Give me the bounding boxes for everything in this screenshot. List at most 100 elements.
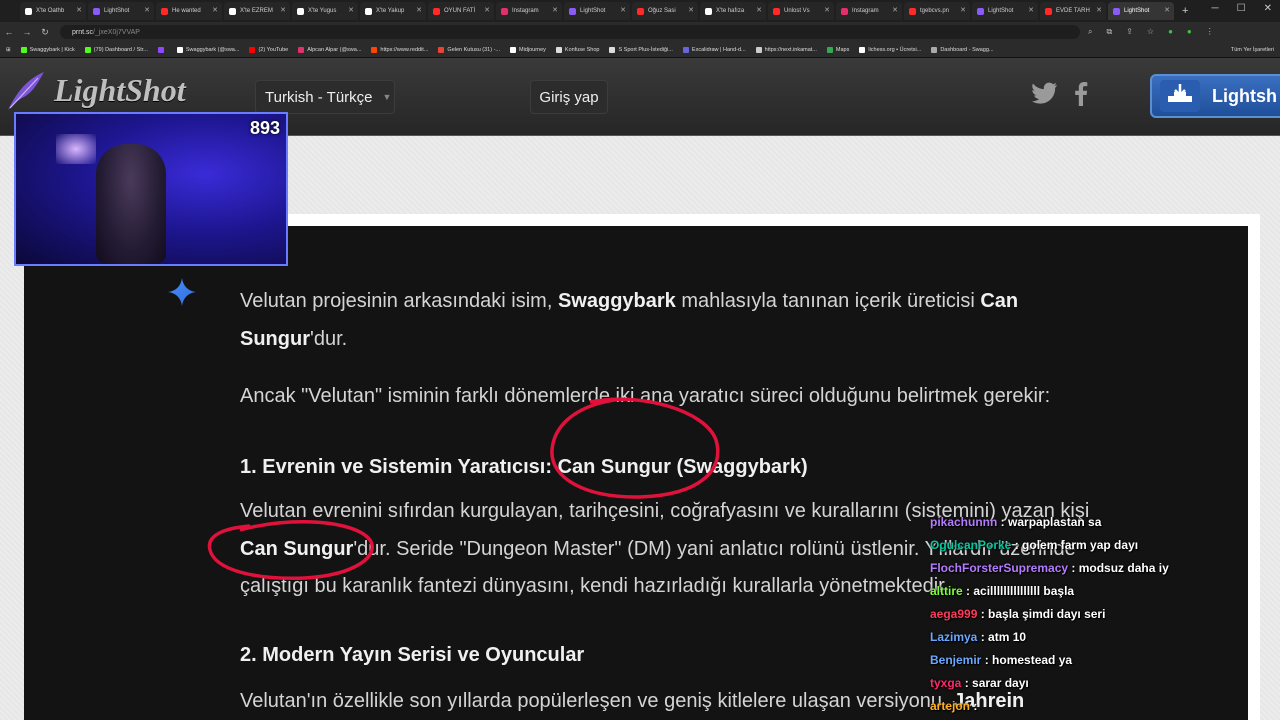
browser-tab[interactable]: Instagram ✕ <box>496 2 562 20</box>
browser-tab[interactable]: OYUN FATİ ✕ <box>428 2 494 20</box>
tab-close-icon[interactable]: ✕ <box>892 6 898 14</box>
browser-tab[interactable]: tgebcvs.pn ✕ <box>904 2 970 20</box>
bookmark-item[interactable]: Dashboard - Swagg... <box>931 46 994 53</box>
bookmark-item[interactable]: (79) Dashboard / Str... <box>84 46 148 53</box>
tab-close-icon[interactable]: ✕ <box>1096 6 1102 14</box>
bookmark-item[interactable]: S Sport Plus-İstediği... <box>609 46 673 53</box>
tab-close-icon[interactable]: ✕ <box>756 6 762 14</box>
new-tab-icon[interactable]: + <box>1176 5 1194 17</box>
bookmark-item[interactable]: Swaggybark | Kick <box>20 46 75 53</box>
browser-tab[interactable]: X'te EZREM ✕ <box>224 2 290 20</box>
share-icon[interactable]: ⇪ <box>1126 27 1133 37</box>
brand-name: LightShot <box>54 71 186 108</box>
all-bookmarks-item[interactable]: Tüm Yer İşaretleri <box>1231 47 1274 53</box>
tab-close-icon[interactable]: ✕ <box>280 6 286 14</box>
browser-tab[interactable]: EVDE TARH ✕ <box>1040 2 1106 20</box>
browser-tab[interactable]: Unlost Vs ✕ <box>768 2 834 20</box>
bookmark-label: Gelen Kutusu (31) -... <box>447 46 501 53</box>
browser-tab[interactable]: X'te Oathb ✕ <box>20 2 86 20</box>
tab-close-icon[interactable]: ✕ <box>484 6 490 14</box>
chat-separator: : <box>962 584 974 598</box>
text-run: 'dur. <box>310 328 348 350</box>
bookmark-item[interactable]: Konfuse Shop <box>555 46 599 53</box>
menu-icon[interactable]: ⋮ <box>1206 27 1214 37</box>
tab-favicon-icon <box>841 7 848 15</box>
maximize-icon[interactable]: ☐ <box>1237 3 1246 14</box>
bookmark-label: Swaggybark (@swa... <box>185 46 240 53</box>
login-button[interactable]: Giriş yap <box>530 80 608 114</box>
browser-tab[interactable]: X'te Yakup ✕ <box>360 2 426 20</box>
twitter-icon[interactable] <box>1032 82 1058 110</box>
text-run-bold: Sungur <box>240 328 310 350</box>
bookmark-item[interactable]: Gelen Kutusu (31) -... <box>438 46 501 53</box>
tab-label: Instagram <box>852 8 879 14</box>
apps-icon[interactable]: ⊞ <box>6 47 11 53</box>
browser-tab[interactable]: He wanted ✕ <box>156 2 222 20</box>
heading-section-1: 1. Evrenin ve Sistemin Yaratıcısı: Can S… <box>240 456 808 478</box>
lightshot-logo[interactable]: LightShot <box>4 68 186 112</box>
tab-favicon-icon <box>229 7 236 15</box>
tab-close-icon[interactable]: ✕ <box>416 6 422 14</box>
back-icon[interactable]: ← <box>0 27 18 37</box>
browser-tab[interactable]: LightShot ✕ <box>88 2 154 20</box>
bookmark-item[interactable]: Swaggybark (@swa... <box>176 46 240 53</box>
tab-close-icon[interactable]: ✕ <box>688 6 694 14</box>
minimize-icon[interactable]: ─ <box>1212 3 1219 14</box>
facebook-icon[interactable] <box>1074 82 1088 112</box>
browser-tab[interactable]: LightShot ✕ <box>564 2 630 20</box>
tab-close-icon[interactable]: ✕ <box>1028 6 1034 14</box>
tab-close-icon[interactable]: ✕ <box>824 6 830 14</box>
bookmark-favicon-icon <box>20 46 27 53</box>
url-input[interactable]: prnt.sc/_jxeX0j7VVAP <box>60 25 1080 39</box>
bookmark-item[interactable]: Midjourney <box>510 46 546 53</box>
bookmark-favicon-icon <box>157 46 164 53</box>
tab-close-icon[interactable]: ✕ <box>212 6 218 14</box>
browser-tab[interactable]: X'te Yugus ✕ <box>292 2 358 20</box>
gemini-sparkle-icon <box>168 278 196 306</box>
bookmark-item[interactable]: Excalidraw | Hand-d... <box>682 46 746 53</box>
browser-tab[interactable]: LightShot ✕ <box>972 2 1038 20</box>
bookmark-favicon-icon <box>84 46 91 53</box>
bookmark-item[interactable]: lichess.org • Ücretsi... <box>859 46 921 53</box>
tab-close-icon[interactable]: ✕ <box>960 6 966 14</box>
install-icon[interactable]: ⧉ <box>1106 27 1112 37</box>
tab-close-icon[interactable]: ✕ <box>1164 6 1170 14</box>
browser-tab[interactable]: LightShot ✕ <box>1108 2 1174 20</box>
extension-icon[interactable]: ● <box>1168 27 1173 37</box>
reload-icon[interactable]: ↻ <box>36 27 54 38</box>
tab-label: X'te Yakup <box>376 8 405 14</box>
zoom-icon[interactable]: ⌕ <box>1088 27 1092 37</box>
chat-separator: : <box>977 607 989 621</box>
text-run: Velutan'ın özellikle son yıllarda popüle… <box>240 690 954 712</box>
tab-close-icon[interactable]: ✕ <box>552 6 558 14</box>
bookmark-label: S Sport Plus-İstediği... <box>618 46 673 53</box>
chat-message: alttire : acilllllllllllllll başla <box>930 584 1074 598</box>
bookmark-item[interactable]: https://www.reddit... <box>371 46 428 53</box>
bookmark-item[interactable]: (2) YouTube <box>249 46 288 53</box>
chat-separator: : <box>1011 538 1023 552</box>
profile-icon[interactable]: ● <box>1187 27 1192 37</box>
bookmark-favicon-icon <box>931 46 938 53</box>
browser-tab[interactable]: Oğuz Sasi ✕ <box>632 2 698 20</box>
tab-close-icon[interactable]: ✕ <box>76 6 82 14</box>
tab-close-icon[interactable]: ✕ <box>348 6 354 14</box>
bookmark-item[interactable]: Alpcan Alpar (@swa... <box>298 46 361 53</box>
tab-close-icon[interactable]: ✕ <box>620 6 626 14</box>
browser-tab[interactable]: Instagram ✕ <box>836 2 902 20</box>
forward-icon[interactable]: → <box>18 27 36 37</box>
streamer-figure <box>96 144 166 264</box>
bookmark-item[interactable]: Maps <box>826 46 849 53</box>
close-icon[interactable]: ✕ <box>1264 3 1272 14</box>
tab-favicon-icon <box>977 7 984 15</box>
tab-label: LightShot <box>988 8 1014 14</box>
bookmark-item[interactable] <box>157 46 167 53</box>
browser-tab[interactable]: X'te hafıza ✕ <box>700 2 766 20</box>
language-select[interactable]: Turkish - Türkçe ▼ <box>255 80 395 114</box>
tab-close-icon[interactable]: ✕ <box>144 6 150 14</box>
download-button[interactable]: Lightsh <box>1150 74 1280 118</box>
bookmark-item[interactable]: https://next.inkamat... <box>755 46 817 53</box>
chat-text: modsuz daha iy <box>1078 561 1169 575</box>
tab-label: EVDE TARH <box>1056 8 1090 14</box>
chat-text: sarar dayı <box>972 676 1029 690</box>
bookmark-star-icon[interactable]: ☆ <box>1147 27 1154 37</box>
